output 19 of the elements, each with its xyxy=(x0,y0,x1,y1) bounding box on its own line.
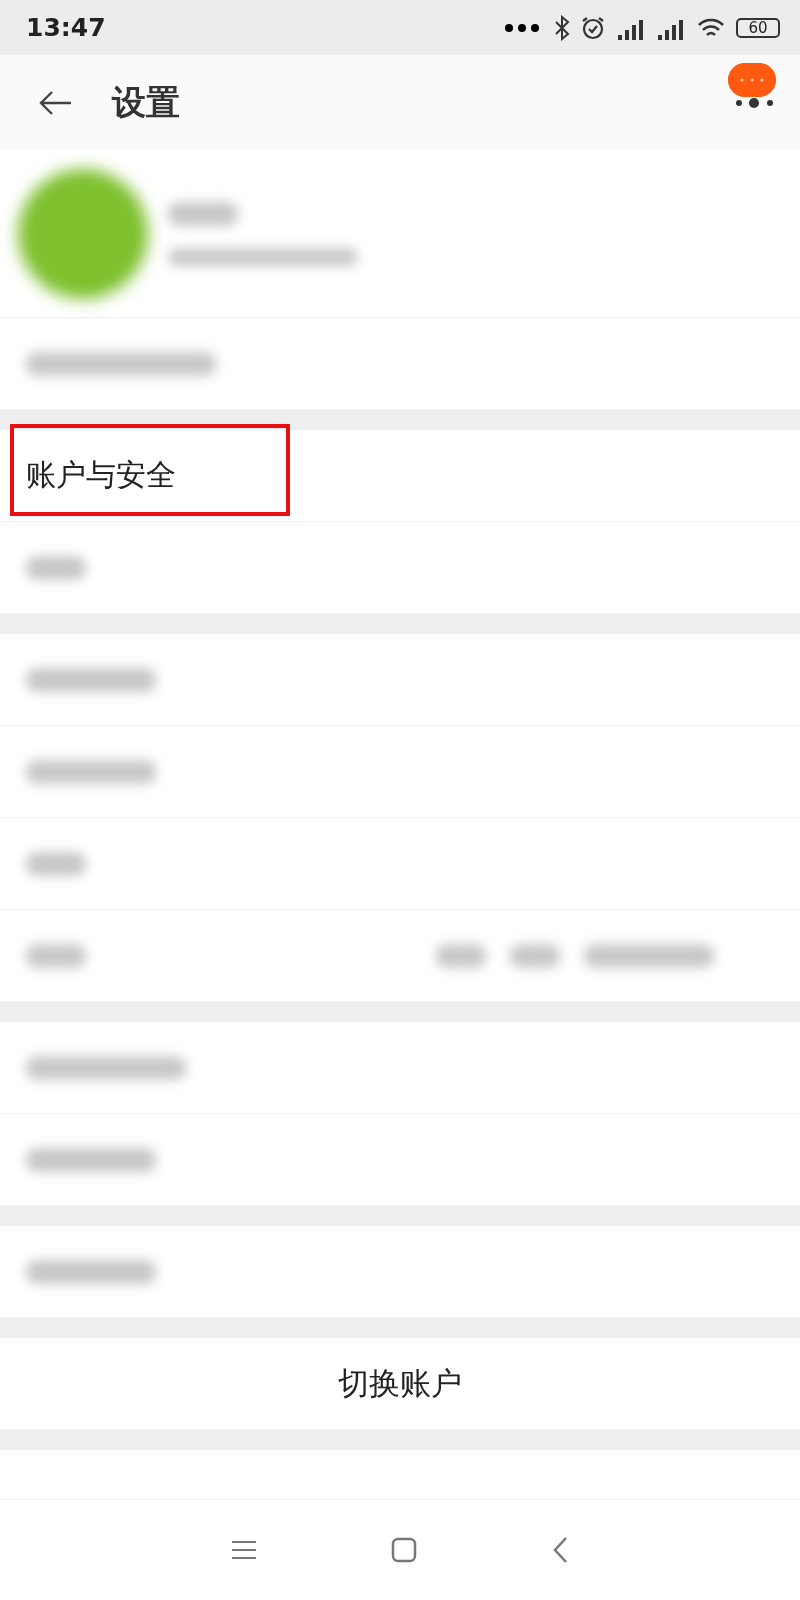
blurred-text xyxy=(26,943,86,968)
page-title: 设置 xyxy=(112,80,181,124)
alarm-icon xyxy=(580,14,606,41)
battery-icon: 60 xyxy=(736,17,780,38)
blurred-text xyxy=(26,851,86,876)
switch-account-button[interactable]: 切换账户 xyxy=(26,1362,774,1405)
home-icon[interactable] xyxy=(391,1537,417,1563)
more-icon[interactable] xyxy=(734,96,776,109)
back-arrow-icon[interactable] xyxy=(38,89,72,116)
bluetooth-icon xyxy=(554,14,570,41)
blurred-text xyxy=(510,943,560,968)
settings-item[interactable]: 账户与安全 xyxy=(26,455,176,496)
blurred-text xyxy=(26,555,86,580)
blurred-text xyxy=(436,943,486,968)
blurred-text xyxy=(168,201,238,226)
menu-icon[interactable] xyxy=(232,1539,256,1561)
clock: 13:47 xyxy=(26,13,107,42)
notification-badge xyxy=(728,63,776,97)
back-icon[interactable] xyxy=(552,1536,568,1564)
